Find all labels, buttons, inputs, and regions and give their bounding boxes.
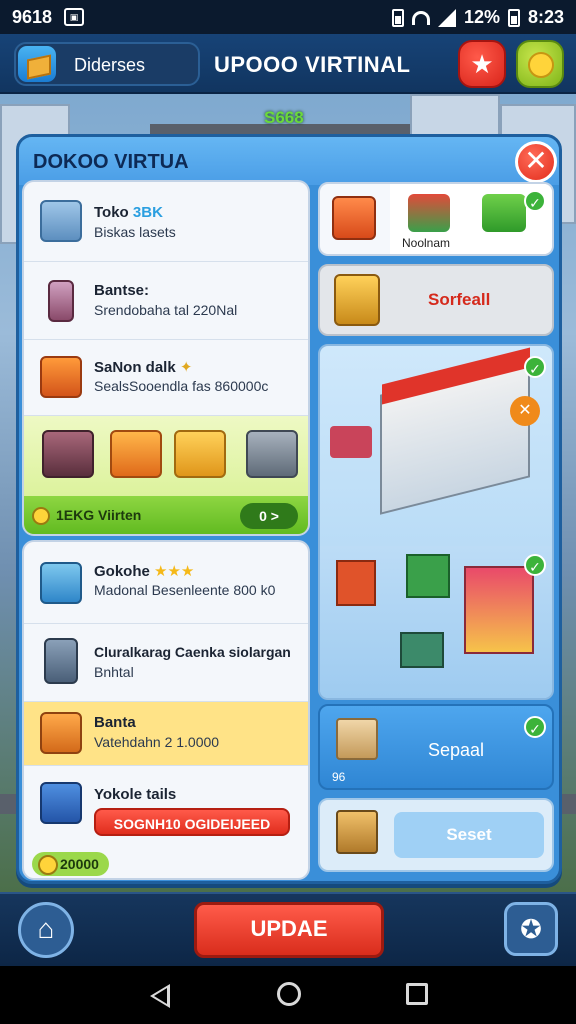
back-icon[interactable] [150,984,170,1008]
check-icon: ✓ [524,554,546,576]
item-title: Gokohe ★★★ [94,563,195,580]
star-button[interactable]: ★ [458,40,506,88]
item-subtitle: Srendobaha tal 220Nal [94,302,238,318]
fruit-stand-icon[interactable] [110,430,162,478]
item-title: SaNon dalk ✦ [94,359,193,376]
panel-header: DOKOO VIRTUA ✕ [19,137,559,185]
stall-icon [334,274,380,326]
item-list-card: Gokohe ★★★ Madonal Besenleente 800 k0 Cl… [22,540,310,880]
share-button[interactable]: ✪ [504,902,558,956]
vehicle-card-label: Noolnam [402,236,451,250]
status-time-left: 9618 [12,7,53,27]
stall-bar: 1EKG Viirten 0 > [24,496,308,534]
status-icons: 12% 8:23 [391,7,564,28]
shop-front-icon [464,566,534,654]
system-nav-bar [0,966,576,1024]
stall-card-label: Sorfeall [428,290,491,309]
box-icon [40,782,82,824]
bottom-bar: ⌂ UPDAE ✪ [0,892,576,966]
store-preview-card[interactable]: ✕ ✓ ✓ [318,344,554,700]
home-icon: ⌂ [37,913,55,944]
promo-button[interactable]: SOGNH10 OGIDEIJEED [94,808,290,836]
canister-icon [44,638,78,684]
check-icon: ✓ [524,190,546,212]
game-header: Diderses UPOOO VIRTINAL ★ [0,34,576,94]
battery-icon [507,8,520,27]
list-item[interactable]: Gokohe ★★★ Madonal Besenleente 800 k0 [24,542,308,624]
shop-machine-icon [40,200,82,242]
item-list-card: Toko 3BK Biskas lasets Bantse: Srendobah… [22,180,310,536]
item-subtitle: SealsSooendla fas 860000c [94,378,269,394]
coin-balance: 20000 [32,852,109,876]
signal-icon [437,8,456,27]
home-circle-icon[interactable] [277,982,301,1006]
check-icon: ✓ [524,716,546,738]
coin-icon [528,52,554,78]
stall-next-button[interactable]: 0 > [240,503,298,529]
notification-app-icon: ▣ [64,8,84,26]
status-bar: 9618 ▣ 12% 8:23 [0,0,576,34]
package-card-label: Sepaal [428,740,485,760]
battery-saver-icon [391,8,404,27]
truck-icon [330,426,372,458]
shop-name-pill[interactable]: Diderses [14,42,200,86]
box-icon [40,562,82,604]
check-icon: ✓ [524,356,546,378]
item-subtitle: Biskas lasets [94,224,176,240]
stand-icon [336,560,376,606]
item-subtitle: Vatehdahn 2 1.0000 [94,734,220,750]
crate-icon [40,712,82,754]
truck-icon [408,194,450,232]
reset-card: Seset [318,798,554,872]
item-title: Cluralkarag Caenka siolargan [94,644,291,660]
home-button[interactable]: ⌂ [18,902,74,958]
panel-title: DOKOO VIRTUA [33,151,189,173]
update-button[interactable]: UPDAE [194,902,384,958]
package-card[interactable]: Sepaal 96 ✓ [318,704,554,790]
crate-icon [40,356,82,398]
item-subtitle: Madonal Besenleente 800 k0 [94,582,276,598]
cancel-badge-icon[interactable]: ✕ [510,396,540,426]
truck-icon [400,632,444,668]
coin-button[interactable] [516,40,564,88]
stand-icon [332,196,376,240]
close-icon: ✕ [524,145,548,176]
game-title: UPOOO VIRTINAL [214,52,411,77]
stall-card[interactable]: Sorfeall [318,264,554,336]
star-icon: ★ [470,49,494,79]
recents-icon[interactable] [406,983,428,1005]
list-item[interactable]: Cluralkarag Caenka siolargan Bnhtal [24,624,308,702]
coin-icon [32,507,50,525]
list-item[interactable]: SaNon dalk ✦ SealsSooendla fas 860000c [24,340,308,416]
wifi-icon [411,10,430,25]
status-clock: 8:23 [527,7,564,27]
cart-icon[interactable] [42,430,94,478]
phone-icon [48,280,74,322]
list-item[interactable]: Toko 3BK Biskas lasets [24,182,308,262]
close-button[interactable]: ✕ [515,141,557,183]
list-item[interactable]: Bantse: Srendobaha tal 220Nal [24,262,308,340]
item-title: Banta [94,714,136,731]
share-icon: ✪ [520,914,542,944]
item-title: Yokole tails [94,786,177,803]
floating-money-text: S668 [264,108,304,127]
item-title: Bantse: [94,282,150,299]
vehicle-card[interactable]: Noolnam ✓ [318,182,554,256]
list-item-selected[interactable]: Banta Vatehdahn 2 1.0000 [24,702,308,766]
shop-name: Diderses [74,55,146,75]
stall-icon[interactable] [174,430,226,478]
stall-bar-label: 1EKG Viirten [56,507,142,523]
truck-icon [406,554,450,598]
item-title: Toko 3BK [94,204,163,221]
item-subtitle: Bnhtal [94,664,134,680]
package-card-count: 96 [332,770,346,784]
battery-percent: 12% [463,7,500,27]
package-icon [336,718,378,760]
produce-bin-icon[interactable] [246,430,298,478]
truck-icon [482,194,526,232]
reset-button[interactable]: Seset [394,812,544,858]
box-icon [18,46,56,82]
crate-icon [336,810,378,854]
market-scene: ✓ [320,546,552,698]
